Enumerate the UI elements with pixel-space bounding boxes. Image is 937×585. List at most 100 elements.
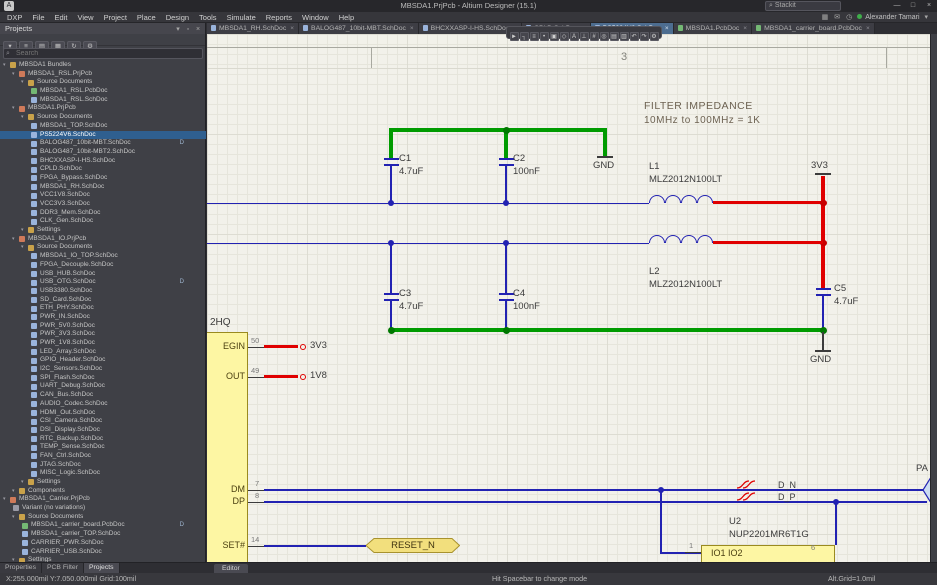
capacitor-C3[interactable] [383, 293, 399, 295]
save-icon[interactable]: ▤ [609, 32, 619, 42]
tree-item[interactable]: CLK_Gen.SchDoc [0, 217, 206, 226]
tree-item[interactable]: MBSDA1_carrier_board.PcbDoc D [0, 521, 206, 530]
tree-item[interactable]: CSI_Camera.SchDoc [0, 417, 206, 426]
annotation-line2[interactable]: 10MHz to 100MHz = 1K [644, 115, 760, 126]
tree-item[interactable]: UART_Debug.SchDoc [0, 382, 206, 391]
gnd-label[interactable]: GND [593, 160, 614, 171]
tree-item[interactable]: BALOG487_10bit-MBT2.SchDoc [0, 148, 206, 157]
net-label-1v8[interactable]: 1V8 [310, 370, 327, 381]
wire-segment[interactable] [390, 166, 392, 203]
settings-icon[interactable]: ⚙ [649, 32, 659, 42]
expander-icon[interactable]: ▾ [21, 478, 27, 487]
tree-item[interactable]: CARRIER_USB.SchDoc [0, 548, 206, 557]
port-reset-n-label[interactable]: RESET_N [366, 540, 460, 551]
designator-C1[interactable]: C1 [399, 153, 411, 164]
close-tab-icon[interactable]: × [665, 25, 669, 32]
tree-item[interactable]: FPGA_Decouple.SchDoc [0, 261, 206, 270]
wire-segment[interactable] [390, 244, 392, 293]
redo-icon[interactable]: ↷ [639, 32, 649, 42]
pin-50[interactable] [248, 346, 264, 348]
notifications-icon[interactable]: ◷ [846, 12, 852, 23]
diff-pair-icon[interactable] [735, 479, 757, 490]
bus-wire[interactable] [389, 128, 607, 132]
value-L1[interactable]: MLZ2012N100LT [649, 174, 722, 185]
tree-item[interactable]: ▾ Source Documents [0, 78, 206, 87]
tree-item[interactable]: RTC_Backup.SchDoc [0, 435, 206, 444]
junction-dot[interactable] [502, 326, 510, 334]
no-erc-marker[interactable] [300, 343, 306, 350]
tree-item[interactable]: Variant (no variations) [0, 504, 206, 513]
tree-item[interactable]: USB_OTG.SchDoc D [0, 278, 206, 287]
tree-item[interactable]: BHCXXASP-I-HS.SchDoc [0, 157, 206, 166]
tree-item[interactable]: MBSDA1_RH.SchDoc [0, 183, 206, 192]
expander-icon[interactable]: ▾ [12, 70, 18, 79]
menu-window[interactable]: Window [297, 12, 334, 23]
power-wire[interactable] [821, 176, 825, 288]
inductor-L1[interactable] [649, 195, 713, 203]
power-wire[interactable] [264, 345, 298, 348]
tree-item[interactable]: ▾ Settings [0, 226, 206, 235]
projects-search-input[interactable] [3, 48, 203, 59]
tree-item[interactable]: SD_Card.SchDoc [0, 296, 206, 305]
value-L2[interactable]: MLZ2012N100LT [649, 279, 722, 290]
grid-view-icon[interactable]: ▦ [822, 12, 829, 23]
net-label-icon[interactable]: A [569, 32, 579, 42]
expander-icon[interactable]: ▾ [3, 61, 9, 70]
net-wire-dm[interactable] [264, 489, 927, 491]
right-panel-strip[interactable] [930, 34, 937, 562]
bus-wire[interactable] [389, 328, 825, 332]
capacitor-C2[interactable] [498, 158, 514, 160]
tree-item[interactable]: LED_Array.SchDoc [0, 348, 206, 357]
menu-help[interactable]: Help [334, 12, 359, 23]
schematic-canvas[interactable]: 3 FILTER IMPEDANCE 10MHz to 100MHz = 1K … [207, 34, 930, 562]
menu-view[interactable]: View [72, 12, 98, 23]
menu-dxp[interactable]: DXP [2, 12, 27, 23]
port-icon[interactable]: ◇ [559, 32, 569, 42]
tree-item[interactable]: TEMP_Sense.SchDoc [0, 443, 206, 452]
tree-item[interactable]: USB3380.SchDoc [0, 287, 206, 296]
gnd-power-port[interactable] [815, 350, 831, 352]
tree-item[interactable]: ▾ MBSDA1 Bundles [0, 61, 206, 70]
tree-item[interactable]: PWR_IN.SchDoc [0, 313, 206, 322]
power-wire[interactable] [713, 200, 823, 204]
menu-place[interactable]: Place [132, 12, 161, 23]
tree-item[interactable]: ▾ Source Documents [0, 243, 206, 252]
value-C2[interactable]: 100nF [513, 166, 540, 177]
designator-U2[interactable]: U2 [729, 516, 741, 527]
tree-item[interactable]: GPIO_Header.SchDoc [0, 356, 206, 365]
close-tab-icon[interactable]: × [866, 25, 870, 32]
tree-item[interactable]: ▾ MBSDA1_IO.PrjPcb [0, 235, 206, 244]
tree-item[interactable]: ▾ Components [0, 487, 206, 496]
tree-item[interactable]: ▾ Source Documents [0, 513, 206, 522]
junction-dot[interactable] [388, 199, 394, 206]
tree-item[interactable]: ▾ Settings [0, 478, 206, 487]
tree-item[interactable]: CPLD.SchDoc [0, 165, 206, 174]
expander-icon[interactable]: ▾ [21, 113, 27, 122]
tree-item[interactable]: MBSDA1_TOP.SchDoc [0, 122, 206, 131]
tree-item[interactable]: DSI_Display.SchDoc [0, 426, 206, 435]
designator-C4[interactable]: C4 [513, 288, 525, 299]
menu-reports[interactable]: Reports [261, 12, 297, 23]
close-tab-icon[interactable]: × [410, 25, 414, 32]
sheet-entry-shape[interactable] [923, 471, 930, 509]
tree-item[interactable]: CAN_Bus.SchDoc [0, 391, 206, 400]
part-icon[interactable]: ▣ [549, 32, 559, 42]
designator-C3[interactable]: C3 [399, 288, 411, 299]
tree-item[interactable]: MBSDA1_RSL.SchDoc [0, 96, 206, 105]
wire-segment[interactable] [660, 489, 662, 553]
wire-segment[interactable] [505, 166, 507, 203]
wire-segment[interactable] [505, 301, 507, 328]
net-wire-dp[interactable] [264, 501, 927, 503]
grid-icon[interactable]: # [589, 32, 599, 42]
part-text[interactable]: 2HQ [210, 317, 231, 328]
gnd-power-port[interactable] [597, 156, 613, 158]
designator-L1[interactable]: L1 [649, 161, 660, 172]
expander-icon[interactable]: ▾ [21, 78, 27, 87]
expander-icon[interactable]: ▾ [12, 235, 18, 244]
capacitor-C4[interactable] [498, 293, 514, 295]
menu-design[interactable]: Design [161, 12, 194, 23]
wire-segment[interactable] [822, 296, 824, 328]
net-label-3v3[interactable]: 3V3 [310, 340, 327, 351]
expander-icon[interactable]: ▾ [21, 243, 27, 252]
gnd-power-port[interactable] [822, 332, 824, 350]
